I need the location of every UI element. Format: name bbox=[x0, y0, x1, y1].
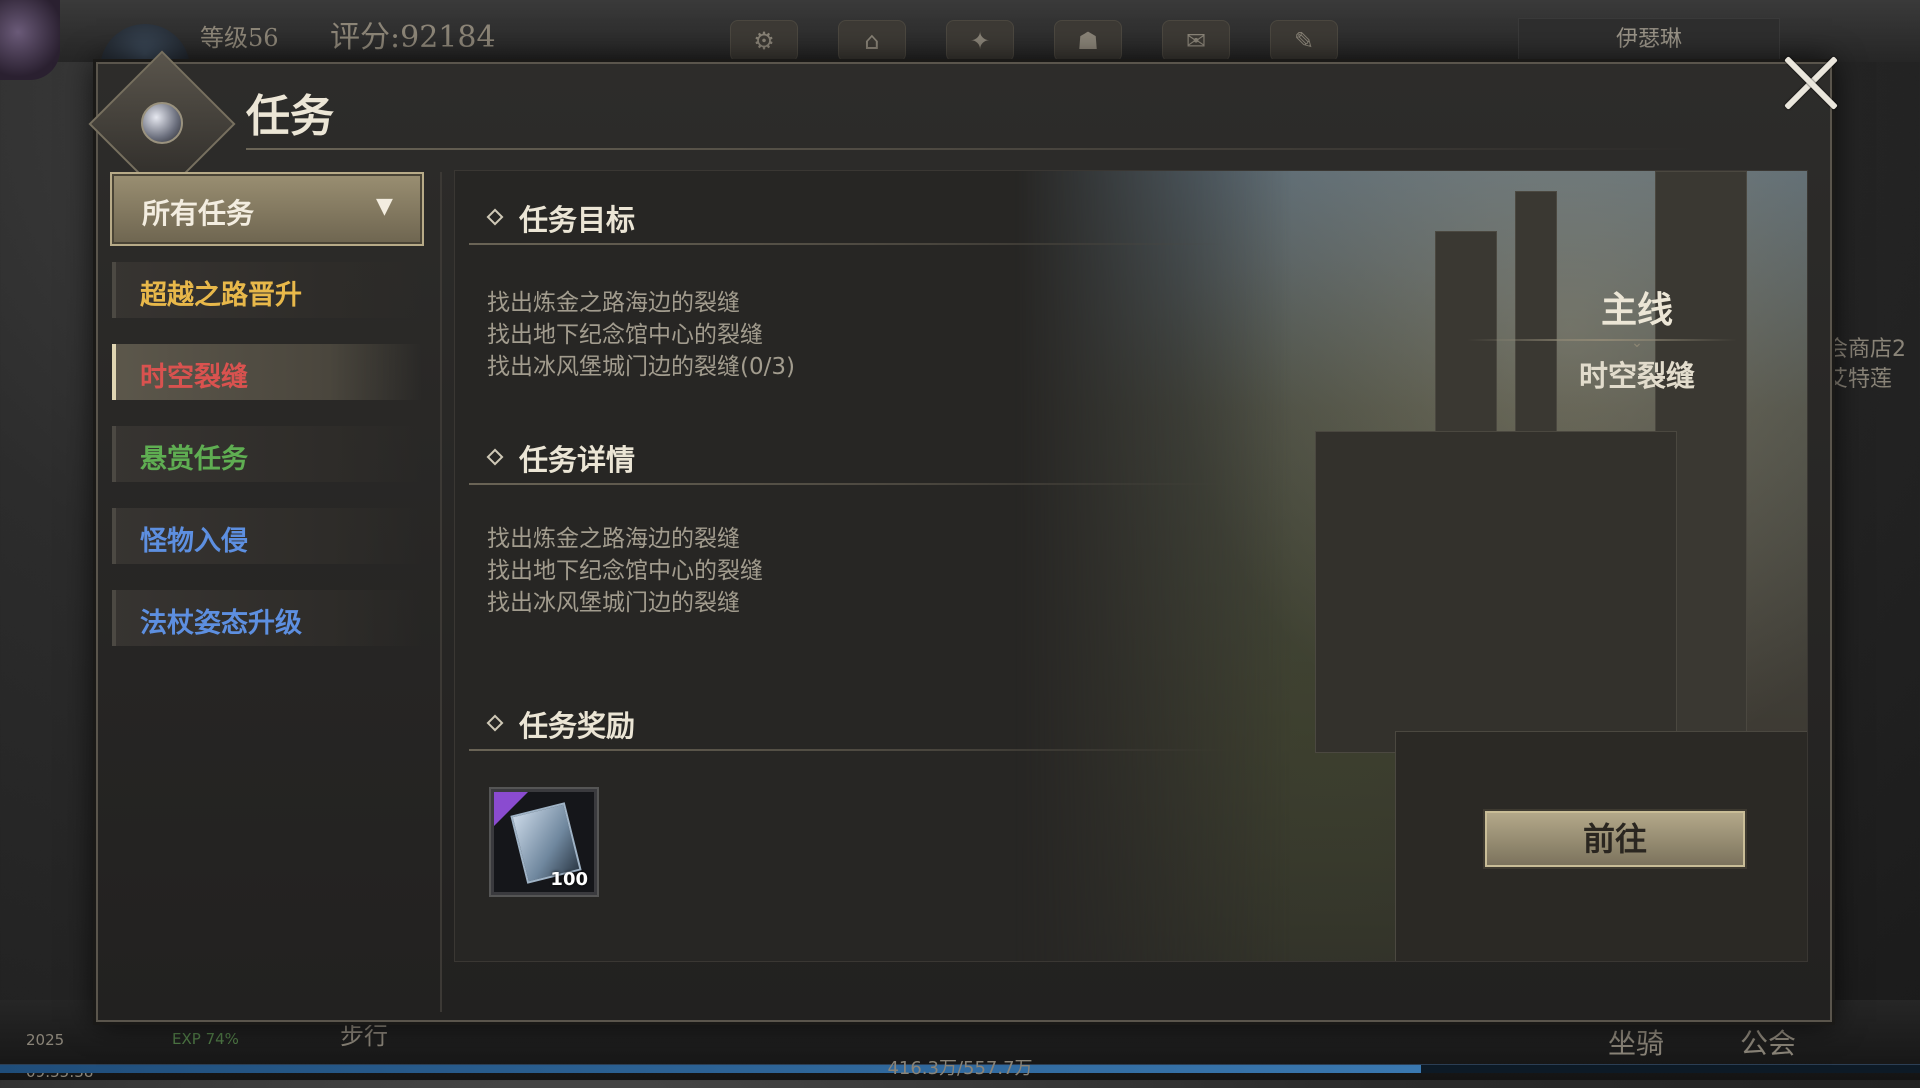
sidebar-item-staff-upgrade[interactable]: 法杖姿态升级 bbox=[112, 590, 422, 646]
go-button-label: 前往 bbox=[1582, 820, 1647, 858]
sidebar-divider bbox=[440, 172, 442, 1012]
objective-line: 找出冰风堡城门边的裂缝(0/3) bbox=[487, 354, 795, 380]
sidebar-item-rift[interactable]: 时空裂缝 bbox=[112, 344, 422, 400]
quest-name: 时空裂缝 bbox=[1578, 359, 1695, 393]
sidebar-item-ascension[interactable]: 超越之路晋升 bbox=[112, 262, 422, 318]
item-marker bbox=[112, 262, 116, 318]
player-score: 评分:92184 bbox=[330, 20, 496, 55]
objective-line: 找出炼金之路海边的裂缝 bbox=[487, 290, 740, 316]
diamond-icon bbox=[486, 714, 504, 732]
details-heading-text: 任务详情 bbox=[519, 443, 636, 477]
chevron-down-icon: ⌄ bbox=[1631, 335, 1643, 351]
detail-line: 找出炼金之路海边的裂缝 bbox=[487, 526, 740, 552]
top-menu-icons: ⚙ ⌂ ✦ ☗ ✉ ✎ bbox=[730, 20, 1338, 62]
reward-item-slot[interactable]: 100 bbox=[491, 789, 597, 895]
right-label-2: 艾特莲 bbox=[1826, 367, 1893, 392]
reward-heading-text: 任务奖励 bbox=[519, 709, 636, 743]
diamond-icon bbox=[486, 208, 504, 226]
diamond-icon bbox=[486, 448, 504, 466]
objective-line: 找出地下纪念馆中心的裂缝 bbox=[487, 322, 763, 348]
go-button[interactable]: 前往 bbox=[1485, 811, 1745, 867]
section-divider bbox=[469, 243, 1229, 245]
right-side-labels: 会商店2 艾特莲 bbox=[1826, 335, 1906, 395]
shop-icon[interactable]: ⌂ bbox=[838, 20, 906, 62]
exp-percent: EXP 74% bbox=[172, 1030, 239, 1048]
sidebar-item-label: 怪物入侵 bbox=[140, 526, 248, 557]
close-icon[interactable] bbox=[1780, 52, 1842, 114]
pet-avatar[interactable] bbox=[0, 0, 60, 80]
hp-text: 416.3万/557.7万 bbox=[887, 1058, 1033, 1079]
target-name: 伊瑟琳 bbox=[1518, 18, 1780, 62]
item-marker bbox=[112, 508, 116, 564]
item-marker bbox=[112, 344, 116, 400]
backpack-icon[interactable]: ⚙ bbox=[730, 20, 798, 62]
sidebar-item-label: 时空裂缝 bbox=[140, 362, 248, 393]
quest-category: 主线 bbox=[1600, 290, 1673, 331]
sidebar-item-label: 悬赏任务 bbox=[140, 444, 248, 475]
detail-line: 找出地下纪念馆中心的裂缝 bbox=[487, 558, 763, 584]
player-level: 等级56 bbox=[200, 24, 279, 52]
quest-detail-panel: 任务目标 找出炼金之路海边的裂缝 找出地下纪念馆中心的裂缝 找出冰风堡城门边的裂… bbox=[454, 170, 1808, 962]
helmet-icon[interactable]: ☗ bbox=[1054, 20, 1122, 62]
objective-heading-text: 任务目标 bbox=[519, 203, 636, 237]
quest-filter-dropdown[interactable]: 所有任务 ▼ bbox=[110, 172, 424, 246]
quest-window: 任务 所有任务 ▼ 超越之路晋升 时空裂缝 悬赏任务 怪物入侵 法杖姿态升级 任… bbox=[88, 50, 1832, 1022]
title-divider bbox=[246, 148, 1696, 150]
section-divider bbox=[469, 749, 1229, 751]
item-marker bbox=[112, 590, 116, 646]
orb-icon bbox=[141, 102, 183, 144]
date-fragment: 2025 bbox=[26, 1031, 65, 1049]
sidebar-item-invasion[interactable]: 怪物入侵 bbox=[112, 508, 422, 564]
item-marker bbox=[112, 426, 116, 482]
dragon-icon[interactable]: ✦ bbox=[946, 20, 1014, 62]
window-title: 任务 bbox=[246, 91, 334, 142]
chevron-down-icon: ▼ bbox=[376, 194, 393, 219]
reward-quantity: 100 bbox=[550, 869, 588, 890]
scroll-icon[interactable]: ✎ bbox=[1270, 20, 1338, 62]
detail-line: 找出冰风堡城门边的裂缝 bbox=[487, 590, 740, 616]
sidebar-item-label: 法杖姿态升级 bbox=[140, 608, 302, 639]
sidebar-item-bounty[interactable]: 悬赏任务 bbox=[112, 426, 422, 482]
gift-icon[interactable]: ✉ bbox=[1162, 20, 1230, 62]
section-divider bbox=[469, 483, 1229, 485]
right-label-1: 会商店2 bbox=[1826, 337, 1906, 362]
filter-label: 所有任务 bbox=[142, 197, 255, 230]
sidebar-item-label: 超越之路晋升 bbox=[140, 280, 302, 311]
